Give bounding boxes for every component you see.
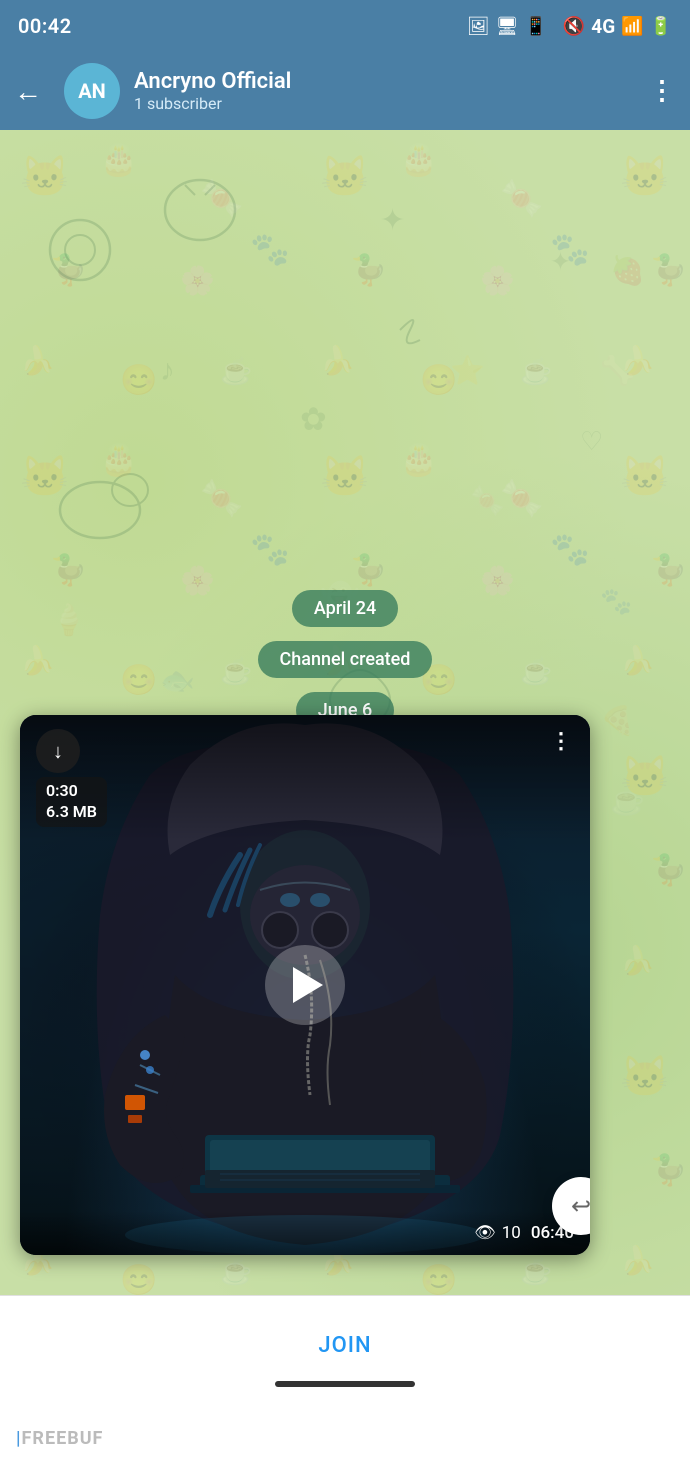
video-time-size: 0:30 6.3 MB	[36, 777, 107, 827]
download-section: ↓ 0:30 6.3 MB	[36, 729, 107, 827]
mobile-icon: 📱	[524, 16, 546, 37]
status-time: 00:42	[18, 14, 72, 38]
mute-icon: 🔇	[563, 16, 585, 37]
svg-text:⭐: ⭐	[450, 354, 485, 387]
battery-icon: 🔋	[650, 16, 672, 37]
svg-text:✦: ✦	[550, 248, 571, 277]
video-bottom-bar: 👁 10 06:40	[20, 1211, 590, 1255]
chat-header: ← AN Ancryno Official 1 subscriber ⋮	[0, 52, 690, 130]
video-top-bar: ↓ 0:30 6.3 MB ⋮	[20, 715, 590, 841]
more-options-button[interactable]: ⋮	[641, 72, 676, 110]
status-icons: 🖼 🖥 📱 🔇 4G 📶 🔋	[467, 15, 672, 38]
channel-created-badge: Channel created	[258, 641, 433, 678]
system-messages-container: April 24 Channel created June 6	[0, 590, 690, 729]
play-icon	[293, 967, 323, 1003]
svg-text:🦴: 🦴	[600, 353, 635, 387]
eye-icon: 👁	[474, 1223, 496, 1243]
chat-background: ✦ ✦ 🦴 ✿ 🍬 ♡ 🍦 🐾 👻 ♪ ⭐ 🍌	[0, 130, 690, 1295]
svg-text:✦: ✦	[380, 203, 405, 238]
play-button[interactable]	[265, 945, 345, 1025]
gallery-icon: 🖼	[467, 16, 490, 37]
svg-text:🍓: 🍓	[610, 254, 645, 287]
forward-icon: ↩	[571, 1192, 590, 1220]
join-button[interactable]: JOIN	[318, 1333, 371, 1358]
download-icon: ↓	[53, 739, 63, 764]
video-message[interactable]: ↓ 0:30 6.3 MB ⋮ 👁 10 06:40 ↩	[20, 715, 590, 1255]
video-more-button[interactable]: ⋮	[550, 729, 574, 754]
svg-text:✿: ✿	[300, 400, 327, 438]
signal-label: 4G	[591, 15, 615, 38]
screen-icon: 🖥	[496, 16, 519, 37]
svg-text:🍬: 🍬	[470, 484, 505, 517]
signal-bars-icon: 📶	[621, 16, 643, 37]
channel-avatar[interactable]: AN	[64, 63, 120, 119]
date-badge-april: April 24	[292, 590, 398, 627]
watermark: |FREEBUF	[16, 1428, 103, 1449]
bottom-bar: JOIN	[0, 1295, 690, 1395]
header-info[interactable]: Ancryno Official 1 subscriber	[134, 69, 627, 113]
svg-text:♪: ♪	[160, 353, 175, 388]
nav-indicator	[275, 1381, 415, 1387]
back-button[interactable]: ←	[14, 71, 50, 112]
svg-text:♡: ♡	[580, 427, 603, 457]
subscriber-count: 1 subscriber	[134, 94, 627, 113]
video-thumbnail[interactable]: ↓ 0:30 6.3 MB ⋮ 👁 10 06:40	[20, 715, 590, 1255]
download-button[interactable]: ↓	[36, 729, 80, 773]
status-bar: 00:42 🖼 🖥 📱 🔇 4G 📶 🔋	[0, 0, 690, 52]
channel-name: Ancryno Official	[134, 69, 627, 94]
svg-text:☕: ☕	[610, 783, 645, 817]
video-views: 👁 10	[474, 1223, 521, 1243]
